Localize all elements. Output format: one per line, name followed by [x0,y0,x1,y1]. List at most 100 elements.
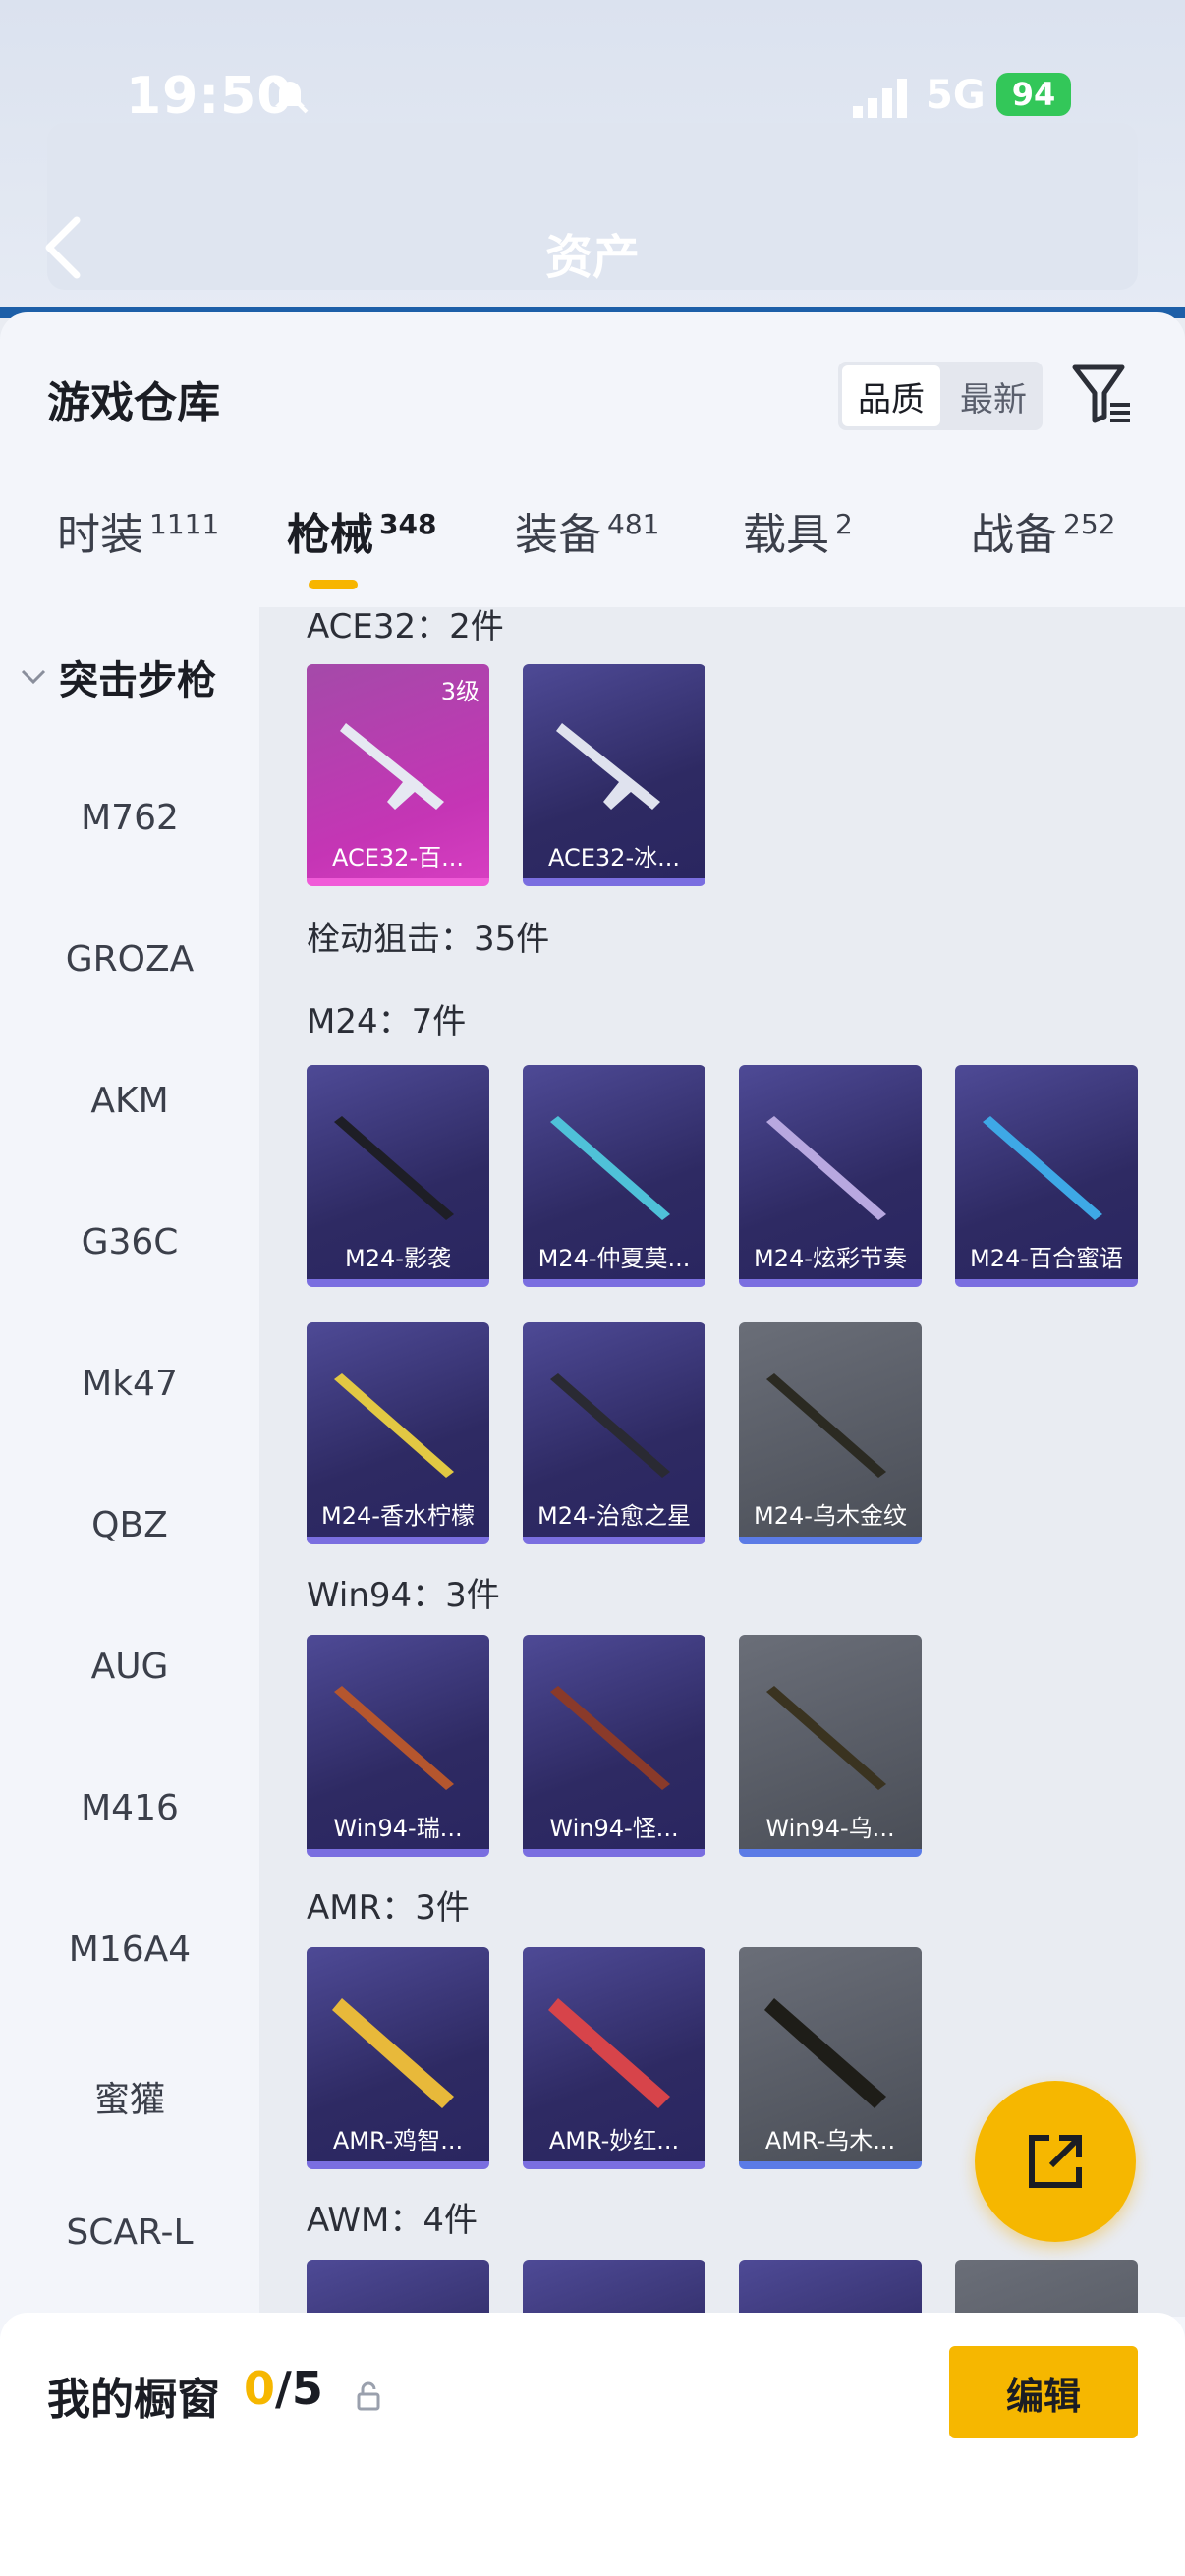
lock-icon [357,2381,380,2411]
status-bar: 19:50 5G 94 [0,59,1185,138]
sidebar-item[interactable]: AUG [0,1647,259,1687]
mute-bell-icon [271,77,309,114]
sidebar-item[interactable]: M416 [0,1788,259,1828]
sniper-rifle-icon [766,1116,886,1220]
page-title: 资产 [545,230,641,285]
section-label-awm: AWM：4件 [307,2201,478,2240]
sidebar-item[interactable]: 蜜獾 [0,2071,259,2122]
showcase-total: /5 [275,2362,323,2415]
tab-label: 装备 [515,510,601,560]
sort-by-newest[interactable]: 最新 [944,362,1043,430]
weapon-sidebar: 突击步枪 M762 GROZA AKM G36C Mk47 QBZ AUG M4… [0,607,259,2317]
tab-count: 252 [1063,508,1116,541]
sniper-rifle-icon [983,1116,1102,1220]
weapon-name: AMR-鸡智... [332,2127,464,2155]
sidebar-item[interactable]: QBZ [0,1505,259,1545]
weapon-name: Win94-乌... [765,1815,895,1842]
tab-count: 1111 [149,508,220,541]
weapon-card[interactable]: M24-影袭 [307,1065,489,1287]
section-label-m24: M24：7件 [307,1002,467,1041]
sniper-rifle-icon [766,1373,886,1478]
weapon-name: AMR-妙红... [548,2127,680,2155]
weapon-card[interactable]: ACE32-冰... [523,664,705,886]
showcase-bar: 我的橱窗 0/5 编辑 [0,2313,1185,2576]
sidebar-item[interactable]: G36C [0,1222,259,1262]
weapon-card-partial[interactable] [523,2260,705,2317]
sort-by-quality[interactable]: 品质 [842,365,940,426]
weapon-card-partial[interactable] [955,2260,1138,2317]
tab-count: 348 [379,508,437,541]
weapon-card[interactable]: Win94-乌... [739,1635,922,1857]
sidebar-item[interactable]: M16A4 [0,1930,259,1970]
sidebar-item[interactable]: Mk47 [0,1364,259,1404]
chevron-down-icon [21,669,46,685]
weapon-card[interactable]: AMR-乌木... [739,1947,922,2169]
weapon-card[interactable]: M24-治愈之星 [523,1322,705,1544]
battery-indicator: 94 [996,73,1071,116]
tab-count: 2 [835,508,853,541]
sheet-title: 游戏仓库 [47,378,220,428]
tab-vehicles[interactable]: 载具 2 [743,499,853,562]
sidebar-item[interactable]: SCAR-L [0,2212,259,2253]
tab-label: 枪械 [287,510,373,560]
rifle-icon [340,723,444,810]
weapon-card[interactable]: AMR-妙红... [523,1947,705,2169]
weapon-card[interactable]: 3级 ACE32-百... [307,664,489,886]
showcase-used: 0 [244,2362,276,2415]
weapon-name: M24-影袭 [345,1245,451,1272]
weapon-name: M24-百合蜜语 [970,1245,1123,1272]
weapon-card[interactable]: M24-仲夏莫... [523,1065,705,1287]
weapon-card-partial[interactable] [307,2260,489,2317]
showcase-count: 0/5 [244,2362,323,2415]
weapon-name: M24-炫彩节奏 [754,1245,907,1272]
weapon-card[interactable]: Win94-怪... [523,1635,705,1857]
weapon-name: Win94-怪... [549,1815,679,1842]
weapon-name: ACE32-百... [331,844,464,871]
weapon-card[interactable]: M24-百合蜜语 [955,1065,1138,1287]
weapon-name: M24-乌木金纹 [754,1502,907,1530]
sniper-rifle-icon [550,1116,670,1220]
weapon-name: Win94-瑞... [333,1815,463,1842]
weapon-name: M24-仲夏莫... [537,1245,691,1272]
weapon-grid: ACE32：2件 3级 ACE32-百... ACE32-冰... 栓动狙击：3… [259,607,1185,2317]
sniper-rifle-icon [334,1373,454,1478]
section-label-win94: Win94：3件 [307,1576,500,1615]
weapon-name: M24-治愈之星 [537,1502,691,1530]
weapon-card[interactable]: M24-炫彩节奏 [739,1065,922,1287]
tab-firearms[interactable]: 枪械 348 [287,499,436,562]
sidebar-item[interactable]: AKM [0,1081,259,1121]
filter-icon[interactable] [1071,362,1134,426]
sidebar-item[interactable]: M762 [0,798,259,838]
weapon-card[interactable]: AMR-鸡智... [307,1947,489,2169]
sort-toggle: 品质 最新 [838,362,1043,430]
tab-supplies[interactable]: 战备 252 [971,499,1115,562]
back-arrow-icon[interactable] [43,216,83,279]
network-type: 5G [926,73,986,118]
edit-button[interactable]: 编辑 [949,2346,1138,2438]
tab-label: 战备 [971,510,1057,560]
share-button[interactable] [975,2081,1136,2242]
sidebar-group-label: 突击步枪 [59,658,216,703]
lever-rifle-icon [550,1686,670,1790]
weapon-card[interactable]: M24-乌木金纹 [739,1322,922,1544]
weapon-name: M24-香水柠檬 [321,1502,475,1530]
section-label-amr: AMR：3件 [307,1888,470,1928]
external-link-icon [1029,2135,1082,2188]
tab-fashion[interactable]: 时装 1111 [57,499,219,562]
section-label-ace32: ACE32：2件 [307,607,504,646]
tab-label: 载具 [743,510,829,560]
heavy-sniper-icon [332,1998,454,2108]
sidebar-group-assault-rifle[interactable]: 突击步枪 [20,648,216,705]
weapon-name: ACE32-冰... [547,844,680,871]
section-label-sniper: 栓动狙击：35件 [307,920,550,959]
weapon-card[interactable]: Win94-瑞... [307,1635,489,1857]
weapon-card[interactable]: M24-香水柠檬 [307,1322,489,1544]
sniper-rifle-icon [550,1373,670,1478]
sniper-rifle-icon [334,1116,454,1220]
lever-rifle-icon [334,1686,454,1790]
sidebar-item[interactable]: GROZA [0,939,259,980]
weapon-card-partial[interactable] [739,2260,922,2317]
active-tab-indicator [309,580,358,589]
tab-equipment[interactable]: 装备 481 [515,499,659,562]
signal-icon [853,79,907,118]
